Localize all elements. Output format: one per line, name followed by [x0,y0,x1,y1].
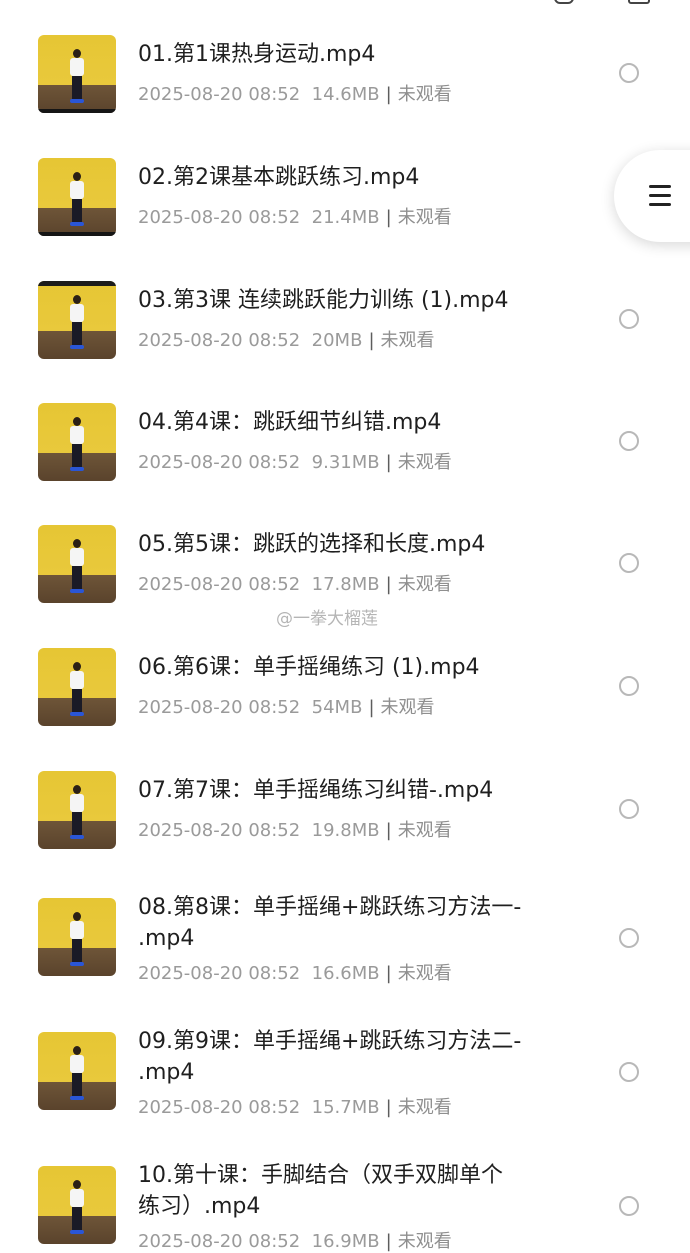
file-date: 2025-08-20 08:52 [138,697,301,718]
divider: | [385,207,392,228]
file-date: 2025-08-20 08:52 [138,1231,301,1252]
video-thumbnail [38,898,116,976]
select-radio[interactable] [619,799,639,819]
file-size: 9.31MB [311,452,380,473]
video-thumbnail [38,1166,116,1244]
video-thumbnail [38,35,116,113]
file-title: 06.第6课：单手摇绳练习 (1).mp4 [138,655,480,680]
person-figure [70,172,84,226]
person-figure [70,49,84,103]
video-thumbnail [38,525,116,603]
file-size: 20MB [311,330,363,351]
watch-status: 未观看 [397,84,452,105]
file-date: 2025-08-20 08:52 [138,574,301,595]
video-thumbnail [38,281,116,359]
file-title: 02.第2课基本跳跃练习.mp4 [138,165,420,190]
file-meta: 2025-08-20 08:52 19.8MB | 未观看 [138,816,452,842]
person-figure [70,912,84,966]
video-thumbnail [38,403,116,481]
divider: | [385,452,392,473]
video-thumbnail [38,158,116,236]
watch-status: 未观看 [380,697,435,718]
select-radio[interactable] [619,63,639,83]
hamburger-icon [649,185,671,207]
file-title: 10.第十课：手脚结合（双手双脚单个 练习）.mp4 [138,1163,503,1219]
divider: | [385,820,392,841]
divider: | [385,1231,392,1252]
watch-status: 未观看 [397,1097,452,1118]
watch-status: 未观看 [397,1231,452,1252]
select-radio[interactable] [619,309,639,329]
file-meta: 2025-08-20 08:52 16.9MB | 未观看 [138,1227,452,1253]
file-size: 54MB [311,697,363,718]
file-size: 21.4MB [311,207,380,228]
divider: | [368,330,375,351]
side-menu-button[interactable] [614,150,690,242]
select-radio[interactable] [619,1062,639,1082]
file-meta: 2025-08-20 08:52 16.6MB | 未观看 [138,959,452,985]
select-radio[interactable] [619,553,639,573]
top-toolbar [550,0,690,6]
file-meta: 2025-08-20 08:52 54MB | 未观看 [138,693,435,719]
select-radio[interactable] [619,431,639,451]
file-date: 2025-08-20 08:52 [138,452,301,473]
person-figure [70,785,84,839]
watermark: @一拳大榴莲 [276,609,378,629]
file-title: 05.第5课：跳跃的选择和长度.mp4 [138,532,486,557]
file-size: 16.9MB [311,1231,380,1252]
file-title: 01.第1课热身运动.mp4 [138,42,376,67]
divider: | [385,574,392,595]
file-meta: 2025-08-20 08:52 20MB | 未观看 [138,326,435,352]
watch-status: 未观看 [397,820,452,841]
file-date: 2025-08-20 08:52 [138,1097,301,1118]
divider: | [368,697,375,718]
file-size: 16.6MB [311,963,380,984]
person-figure [70,295,84,349]
divider: | [385,963,392,984]
person-figure [70,1180,84,1234]
video-thumbnail [38,771,116,849]
divider: | [385,84,392,105]
file-size: 19.8MB [311,820,380,841]
file-meta: 2025-08-20 08:52 15.7MB | 未观看 [138,1093,452,1119]
video-thumbnail [38,648,116,726]
file-meta: 2025-08-20 08:52 21.4MB | 未观看 [138,203,452,229]
watch-status: 未观看 [397,963,452,984]
person-figure [70,539,84,593]
watch-status: 未观看 [397,207,452,228]
select-radio[interactable] [619,928,639,948]
file-date: 2025-08-20 08:52 [138,820,301,841]
file-date: 2025-08-20 08:52 [138,207,301,228]
file-meta: 2025-08-20 08:52 17.8MB | 未观看 [138,570,452,596]
file-meta: 2025-08-20 08:52 14.6MB | 未观看 [138,80,452,106]
watch-status: 未观看 [397,574,452,595]
person-figure [70,662,84,716]
file-size: 14.6MB [311,84,380,105]
file-size: 17.8MB [311,574,380,595]
person-figure [70,1046,84,1100]
file-title: 07.第7课：单手摇绳练习纠错-.mp4 [138,778,494,803]
file-title: 08.第8课：单手摇绳+跳跃练习方法一- .mp4 [138,895,522,951]
select-radio[interactable] [619,676,639,696]
file-date: 2025-08-20 08:52 [138,84,301,105]
file-meta: 2025-08-20 08:52 9.31MB | 未观看 [138,448,452,474]
file-title: 04.第4课：跳跃细节纠错.mp4 [138,410,442,435]
file-title: 03.第3课 连续跳跃能力训练 (1).mp4 [138,288,509,313]
select-radio[interactable] [619,1196,639,1216]
file-date: 2025-08-20 08:52 [138,963,301,984]
file-size: 15.7MB [311,1097,380,1118]
grid-view-icon[interactable] [628,0,650,4]
toolbar-icon-left[interactable] [554,0,574,4]
file-title: 09.第9课：单手摇绳+跳跃练习方法二- .mp4 [138,1029,522,1085]
watch-status: 未观看 [380,330,435,351]
divider: | [385,1097,392,1118]
file-date: 2025-08-20 08:52 [138,330,301,351]
video-thumbnail [38,1032,116,1110]
watch-status: 未观看 [397,452,452,473]
person-figure [70,417,84,471]
